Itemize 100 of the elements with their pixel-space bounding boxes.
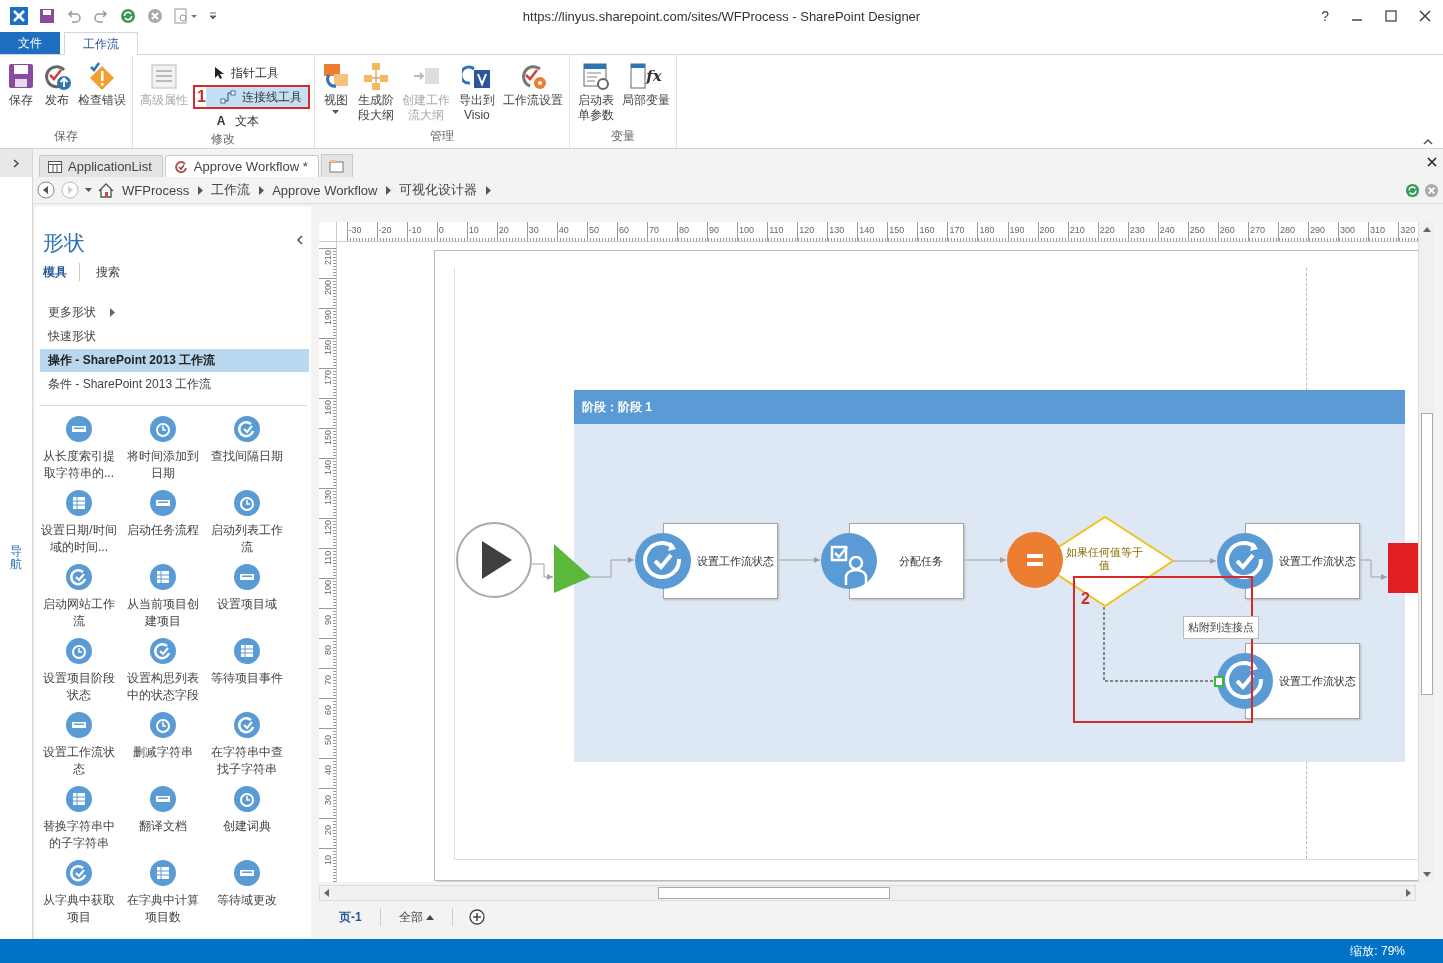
caret-icon[interactable] [85, 188, 92, 192]
ribbon-button[interactable]: 保存 [4, 61, 38, 128]
text-glyph: A [215, 114, 227, 128]
tool-button[interactable]: 指针工具 [199, 63, 310, 83]
shape-item[interactable]: 等待项目事件 [205, 638, 289, 706]
horizontal-scrollbar[interactable] [319, 885, 1416, 901]
stencil-item[interactable]: 操作 - SharePoint 2013 工作流 [40, 349, 309, 372]
breadcrumb-link[interactable]: Approve Workflow [270, 182, 380, 198]
ruler-number: 130 [322, 489, 333, 507]
ribbon-button[interactable]: 发布 [40, 61, 74, 128]
ruler-number: 10 [467, 225, 479, 235]
group-label: 修改 [210, 131, 237, 148]
ribbon-button[interactable]: 检查错误 [76, 61, 128, 128]
document-tab[interactable]: ApplicationList [39, 155, 163, 177]
action-icon [66, 786, 92, 812]
group-label: 保存 [53, 128, 79, 145]
app-logo-icon[interactable] [10, 7, 28, 25]
chevron-icon [13, 158, 19, 168]
ribbon-button[interactable]: fx 局部变量 [619, 61, 672, 128]
ruler-number: 50 [587, 225, 599, 235]
close-icon[interactable] [1427, 157, 1437, 167]
ruler-number: 240 [1158, 225, 1175, 235]
help-button[interactable]: ? [1321, 8, 1329, 24]
breadcrumb-link[interactable]: 工作流 [209, 181, 253, 199]
tool-button[interactable]: 连接线工具 [205, 87, 308, 107]
ruler-number: 70 [647, 225, 659, 235]
shape-item[interactable]: 在字符串中查找子字符串 [205, 712, 289, 780]
action-icon [66, 860, 92, 886]
scroll-thumb[interactable] [658, 887, 890, 899]
shape-item[interactable]: 设置构思列表中的状态字段 [121, 638, 205, 706]
panel-tab[interactable]: 模具 [43, 263, 67, 281]
stencil-item[interactable]: 快速形状 [40, 325, 309, 348]
tool-button[interactable]: A 文本 [199, 111, 310, 131]
shape-item[interactable]: 查找间隔日期 [205, 416, 289, 484]
add-page-icon[interactable] [468, 909, 485, 925]
shape-item[interactable]: 设置日期/时间域的时间... [37, 490, 121, 558]
ribbon-button[interactable]: 生成阶段大纲 [354, 61, 397, 128]
shape-item[interactable]: 等待域更改 [205, 860, 289, 928]
refresh-icon[interactable] [1405, 182, 1420, 198]
undo-icon[interactable] [66, 8, 82, 24]
shape-item[interactable]: 从长度索引提取字符串的... [37, 416, 121, 484]
shape-item[interactable]: 启动任务流程 [121, 490, 205, 558]
shape-item[interactable]: 删减字符串 [121, 712, 205, 780]
callout-number: 1 [197, 88, 206, 106]
action-icon [234, 712, 260, 738]
ribbon-button[interactable]: 视图 [318, 61, 353, 128]
shape-item[interactable]: 设置项目阶段状态 [37, 638, 121, 706]
panel-tab[interactable]: 搜索 [96, 263, 120, 281]
stencil-item[interactable]: 更多形状 [40, 301, 309, 324]
tooltip: 粘附到连接点 [1183, 616, 1259, 639]
shape-item[interactable]: 替换字符串中的子字符串 [37, 786, 121, 854]
start-triangle [554, 544, 591, 593]
ribbon-button[interactable]: 工作流设置 [500, 61, 565, 128]
ruler-number: 100 [738, 225, 755, 235]
zoom-level: 缩放: 79% [1350, 943, 1405, 960]
workflow-icon [173, 159, 188, 174]
collapse-icon[interactable] [296, 235, 303, 245]
ruler-number: 290 [1309, 225, 1326, 235]
stencil-item[interactable]: 条件 - SharePoint 2013 工作流 [40, 373, 309, 396]
page-tab[interactable]: 全部 [396, 908, 436, 926]
close-icon[interactable] [1419, 10, 1431, 22]
shape-item[interactable]: 将时间添加到日期 [121, 416, 205, 484]
ruler-number: 90 [322, 614, 333, 627]
ribbon-button[interactable]: 导出到Visio [454, 61, 499, 128]
ruler-number: 100 [322, 579, 333, 597]
shape-item[interactable]: 启动网站工作流 [37, 564, 121, 632]
redo-icon[interactable] [93, 8, 109, 24]
shape-item[interactable]: 设置项目域 [205, 564, 289, 632]
scroll-thumb[interactable] [1420, 413, 1433, 695]
ruler-number: 260 [1218, 225, 1235, 235]
ruler-number: 210 [1068, 225, 1085, 235]
home-icon[interactable] [98, 182, 114, 198]
customize-icon[interactable] [209, 11, 217, 21]
ruler-number: -30 [347, 225, 362, 235]
action-icon [66, 638, 92, 664]
back-icon[interactable] [37, 181, 55, 199]
shape-item[interactable]: 在字典中计算项目数 [121, 860, 205, 928]
breadcrumb-link[interactable]: WFProcess [120, 182, 192, 198]
collapse-icon[interactable] [1423, 138, 1433, 146]
shape-item[interactable]: 从字典中获取项目 [37, 860, 121, 928]
shape-item[interactable]: 从当前项目创建项目 [121, 564, 205, 632]
fx-label: fx [645, 68, 662, 84]
ribbon-tab[interactable]: 文件 [0, 32, 60, 54]
save-icon[interactable] [39, 8, 55, 24]
refresh-icon[interactable] [120, 8, 136, 24]
shape-item[interactable]: 创建词典 [205, 786, 289, 854]
preview-icon[interactable] [174, 8, 198, 24]
shape-item[interactable]: 启动列表工作流 [205, 490, 289, 558]
chevron-icon [485, 185, 492, 195]
ruler-number: 80 [322, 644, 333, 657]
connector [963, 557, 1007, 563]
maximize-icon[interactable] [1385, 10, 1397, 22]
navigation-label[interactable]: 导航 [10, 544, 22, 572]
document-tab[interactable]: Approve Workflow * [164, 155, 319, 177]
shape-item[interactable]: 设置工作流状态 [37, 712, 121, 780]
ribbon-tab[interactable]: 工作流 [64, 32, 138, 55]
page-tab[interactable]: 页-1 [337, 908, 364, 926]
ribbon-button[interactable]: 启动表单参数 [573, 61, 618, 128]
breadcrumb-link[interactable]: 可视化设计器 [397, 181, 480, 199]
shape-item[interactable]: 翻译文档 [121, 786, 205, 854]
